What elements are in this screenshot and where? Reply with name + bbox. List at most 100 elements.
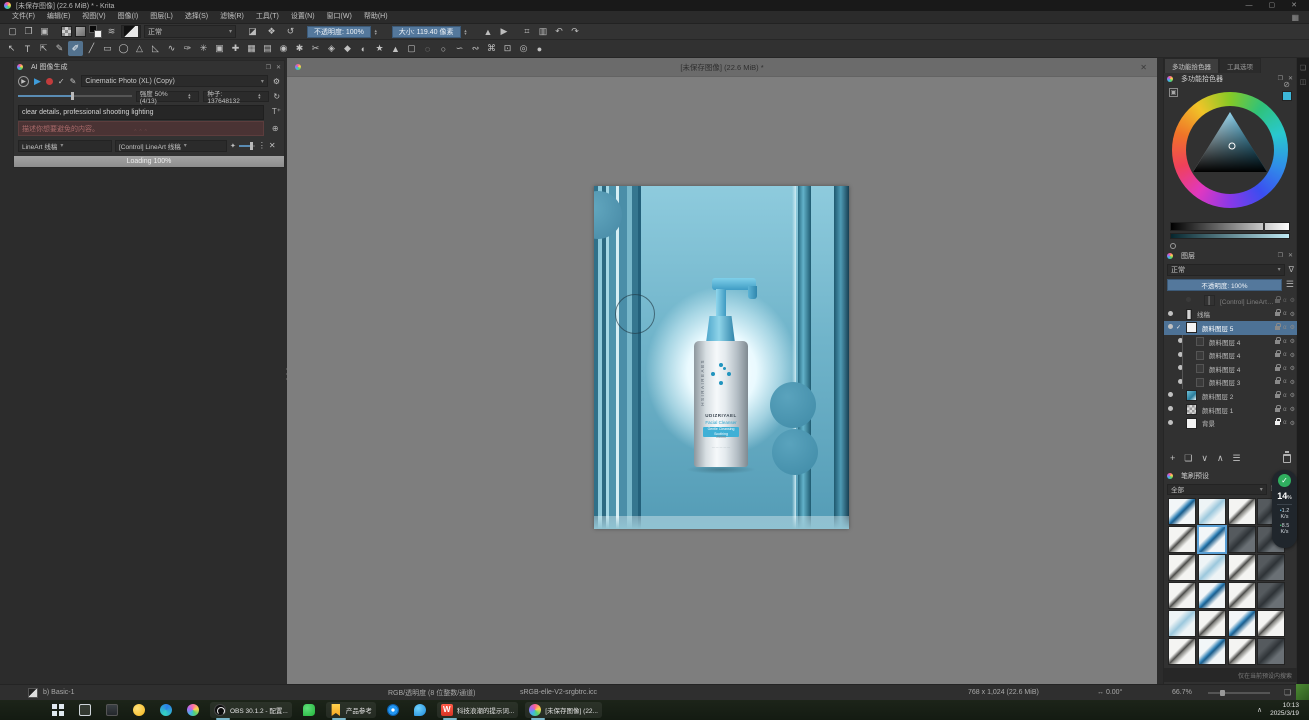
generate-button[interactable]: ▶ bbox=[34, 76, 41, 87]
tool-button[interactable]: ▤ bbox=[260, 41, 275, 56]
control-layer-select[interactable]: [Control] LineArt 线稿 ▾ bbox=[115, 140, 227, 152]
app-icon[interactable] bbox=[106, 704, 118, 716]
color-history-swatch[interactable] bbox=[1170, 243, 1176, 249]
brush-preset-thumbnail[interactable] bbox=[1198, 610, 1226, 637]
tool-button[interactable]: ◈ bbox=[324, 41, 339, 56]
app-icon[interactable] bbox=[214, 704, 226, 716]
colorspace-label[interactable]: RGB/透明度 (8 位整数/通道) bbox=[388, 688, 476, 698]
alpha-lock-icon[interactable]: α bbox=[1283, 352, 1286, 358]
layer-lock-icon[interactable] bbox=[1275, 408, 1280, 412]
close-docker-icon[interactable]: ✕ bbox=[1288, 252, 1293, 259]
hue-ring[interactable] bbox=[1172, 92, 1288, 208]
pattern-swatch[interactable] bbox=[61, 26, 72, 37]
app-icon[interactable] bbox=[330, 704, 342, 716]
app-icon[interactable] bbox=[187, 704, 199, 716]
generate-menu-button[interactable]: ▶ bbox=[18, 76, 29, 87]
tool-button[interactable]: ⊡ bbox=[500, 41, 515, 56]
control-strength-slider[interactable] bbox=[239, 145, 255, 147]
alpha-lock-icon[interactable]: α bbox=[1283, 366, 1286, 372]
layer-options-menu-icon[interactable]: ☰ bbox=[1286, 279, 1294, 290]
layer-row[interactable]: ✓ [Control] LineArt 线… α ⚙ bbox=[1164, 294, 1297, 308]
menu-item[interactable]: 视图(V) bbox=[76, 11, 111, 23]
tool-button[interactable]: ▣ bbox=[212, 41, 227, 56]
menu-item[interactable]: 帮助(H) bbox=[358, 11, 394, 23]
layer-toolbar-button[interactable]: + bbox=[1170, 453, 1175, 464]
alpha-lock-icon[interactable]: α bbox=[1283, 407, 1286, 413]
taskbar-item-label[interactable]: OBS 30.1.2 - 配置... bbox=[230, 705, 288, 715]
taskbar-item-label[interactable]: 产品参考 bbox=[346, 705, 372, 715]
opacity-field[interactable]: 不透明度: 100% bbox=[307, 26, 371, 38]
system-monitor-overlay[interactable]: ✓ 14% •1.2K/s •8.5K/s bbox=[1272, 470, 1297, 548]
float-docker-icon[interactable]: ❐ bbox=[1278, 252, 1283, 259]
taskbar-item[interactable]: W 科技浪潮的提示词... bbox=[437, 702, 518, 718]
layer-properties-icon[interactable]: ⚙ bbox=[1290, 379, 1295, 386]
brush-preset-thumbnail[interactable] bbox=[1198, 554, 1226, 581]
tool-button[interactable]: ⇱ bbox=[36, 41, 51, 56]
menu-item[interactable]: 选择(S) bbox=[179, 11, 214, 23]
tool-button[interactable]: ◆ bbox=[340, 41, 355, 56]
zoom-slider[interactable] bbox=[1208, 692, 1270, 694]
alpha-lock-icon[interactable]: α bbox=[1283, 420, 1286, 426]
close-button[interactable]: ✕ bbox=[1291, 0, 1297, 11]
blending-mode-select[interactable]: 正常 ▾ bbox=[144, 25, 236, 38]
tool-button[interactable]: ✚ bbox=[228, 41, 243, 56]
brush-preset-thumbnail[interactable] bbox=[1228, 498, 1256, 525]
layer-properties-icon[interactable]: ⚙ bbox=[1290, 338, 1295, 345]
layer-visibility-icon[interactable] bbox=[1174, 352, 1186, 359]
app-icon[interactable] bbox=[529, 704, 541, 716]
brush-preset-thumbnail[interactable] bbox=[1168, 526, 1196, 553]
taskbar-item[interactable] bbox=[129, 702, 149, 718]
remove-control-icon[interactable]: ✕ bbox=[269, 141, 276, 150]
brush-preset-thumbnail[interactable] bbox=[1168, 638, 1196, 665]
menu-item[interactable]: 设置(N) bbox=[285, 11, 321, 23]
layer-visibility-icon[interactable] bbox=[1164, 324, 1176, 331]
mirror-horizontal-icon[interactable]: ▲ bbox=[481, 25, 494, 38]
tool-button[interactable]: ◉ bbox=[276, 41, 291, 56]
negative-prompt-input[interactable]: 描述你想要避免的内容。 ⌃⌃⌃ bbox=[18, 121, 264, 136]
menu-item[interactable]: 编辑(E) bbox=[41, 11, 76, 23]
menu-item[interactable]: 图层(L) bbox=[144, 11, 179, 23]
layer-toolbar-button[interactable]: ❏ bbox=[1184, 453, 1192, 464]
layer-name[interactable]: 颜料图层 4 bbox=[1209, 337, 1275, 347]
layer-blend-mode-select[interactable]: 正常 ▾ bbox=[1167, 264, 1285, 276]
tool-button[interactable]: ★ bbox=[372, 41, 387, 56]
layer-visibility-icon[interactable] bbox=[1174, 379, 1186, 386]
layer-toolbar-button[interactable]: ∧ bbox=[1217, 453, 1224, 464]
layer-toolbar-button[interactable]: ∨ bbox=[1201, 453, 1208, 464]
layer-name[interactable]: 颜料图层 2 bbox=[1202, 391, 1275, 401]
layer-properties-icon[interactable]: ⚙ bbox=[1290, 406, 1295, 413]
tool-button[interactable]: ∾ bbox=[468, 41, 483, 56]
control-menu-icon[interactable]: ⋮ bbox=[258, 141, 266, 150]
taskbar-item[interactable]: 产品参考 bbox=[326, 702, 376, 718]
apply-icon[interactable]: ✓ bbox=[58, 77, 65, 86]
tool-button[interactable]: ◯ bbox=[116, 41, 131, 56]
redo-icon[interactable]: ↷ bbox=[568, 25, 581, 38]
tool-button[interactable]: ▢ bbox=[404, 41, 419, 56]
taskbar-item[interactable] bbox=[383, 702, 403, 718]
menu-item[interactable]: 滤镜(R) bbox=[214, 11, 250, 23]
tool-button[interactable]: ╱ bbox=[84, 41, 99, 56]
layer-properties-icon[interactable]: ⚙ bbox=[1290, 324, 1295, 331]
color-profile-label[interactable]: sRGB-elle-V2-srgbtrc.icc bbox=[520, 689, 597, 696]
layer-row[interactable]: ✓ 颜料图层 4 α ⚙ bbox=[1164, 348, 1297, 362]
layer-row[interactable]: ✓ 颜料图层 2 α ⚙ bbox=[1164, 389, 1297, 403]
alpha-lock-icon[interactable]: α bbox=[1283, 311, 1286, 317]
layer-row[interactable]: ✓ 颜料图层 5 α ⚙ bbox=[1164, 321, 1297, 335]
layer-name[interactable]: 颜料图层 5 bbox=[1202, 323, 1275, 333]
layer-name[interactable]: 颜料图层 1 bbox=[1202, 405, 1275, 415]
taskbar-item[interactable] bbox=[183, 702, 203, 718]
layer-lock-icon[interactable] bbox=[1275, 299, 1280, 303]
layer-lock-icon[interactable] bbox=[1275, 367, 1280, 371]
layer-name[interactable]: [Control] LineArt 线… bbox=[1220, 296, 1275, 306]
seed-spinbox[interactable]: 种子: 137648132 ▲▼ bbox=[203, 91, 269, 102]
alpha-lock-icon[interactable]: α bbox=[1283, 393, 1286, 399]
document-canvas[interactable]: HSIRAIREABS UDIZRIYAEL Facial Cleanser G… bbox=[594, 186, 849, 529]
delete-layer-icon[interactable] bbox=[1283, 454, 1291, 463]
layer-row[interactable]: ✓ 颜料图层 4 α ⚙ bbox=[1164, 335, 1297, 349]
taskbar-item[interactable]: OBS 30.1.2 - 配置... bbox=[210, 702, 292, 718]
layer-visibility-icon[interactable] bbox=[1164, 406, 1176, 413]
tab-advanced-color-selector[interactable]: 多功能拾色器 bbox=[1164, 58, 1219, 73]
alpha-lock-icon[interactable]: α bbox=[1283, 379, 1286, 385]
tool-button[interactable]: ◌ bbox=[420, 41, 435, 56]
app-icon[interactable] bbox=[303, 704, 315, 716]
